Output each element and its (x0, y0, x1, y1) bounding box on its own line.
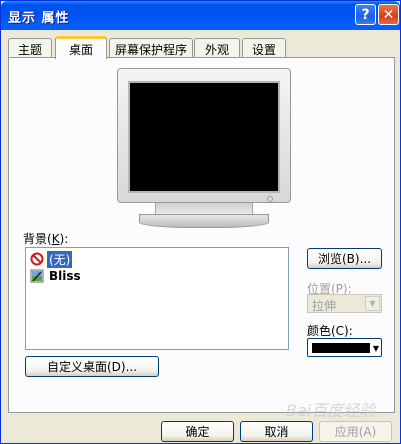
power-led-icon (267, 196, 273, 202)
none-icon (30, 252, 44, 266)
tab-appearance[interactable]: 外观 (194, 38, 240, 57)
color-label: 颜色(C): (307, 324, 353, 338)
list-item[interactable]: (无) (30, 249, 74, 269)
monitor-bezel (117, 68, 291, 203)
tab-screensaver[interactable]: 屏幕保护程序 (109, 38, 193, 57)
bliss-icon (30, 269, 44, 283)
window-title: 显示 属性 (8, 11, 70, 26)
desktop-tab-panel: 背景(K): (无) Bliss 浏览(B)... 位置(P): 拉伸 ▼ 颜色… (8, 57, 395, 413)
help-button[interactable]: ? (355, 4, 376, 25)
watermark: Bai百度经验 (286, 401, 376, 420)
tab-desktop[interactable]: 桌面 (55, 36, 107, 59)
ok-button[interactable]: 确定 (161, 421, 234, 442)
background-label: 背景(K): (23, 232, 69, 246)
monitor-stand (139, 214, 269, 228)
tab-themes[interactable]: 主题 (8, 38, 52, 57)
close-icon: ✕ (382, 6, 395, 23)
list-item[interactable]: Bliss (30, 268, 83, 284)
cancel-button[interactable]: 取消 (240, 421, 313, 442)
background-listbox[interactable]: (无) Bliss (25, 247, 289, 350)
chevron-down-icon: ▼ (372, 344, 379, 353)
close-button[interactable]: ✕ (378, 4, 399, 25)
position-select[interactable]: 拉伸 ▼ (307, 294, 382, 313)
color-picker-button[interactable]: ▼ (307, 338, 382, 357)
monitor-screen (128, 81, 280, 193)
tab-settings[interactable]: 设置 (242, 38, 286, 57)
display-properties-window: 显示 属性 ? ✕ 主题 桌面 屏幕保护程序 外观 设置 背景(K): (无) … (0, 0, 401, 444)
monitor-preview (117, 68, 291, 230)
chevron-down-icon: ▼ (365, 296, 380, 311)
color-swatch (312, 343, 370, 353)
question-icon: ? (361, 6, 370, 23)
browse-button[interactable]: 浏览(B)... (307, 248, 382, 269)
title-bar[interactable]: 显示 属性 ? ✕ (1, 1, 400, 30)
apply-button[interactable]: 应用(A) (319, 421, 392, 442)
customize-desktop-button[interactable]: 自定义桌面(D)... (25, 356, 159, 377)
